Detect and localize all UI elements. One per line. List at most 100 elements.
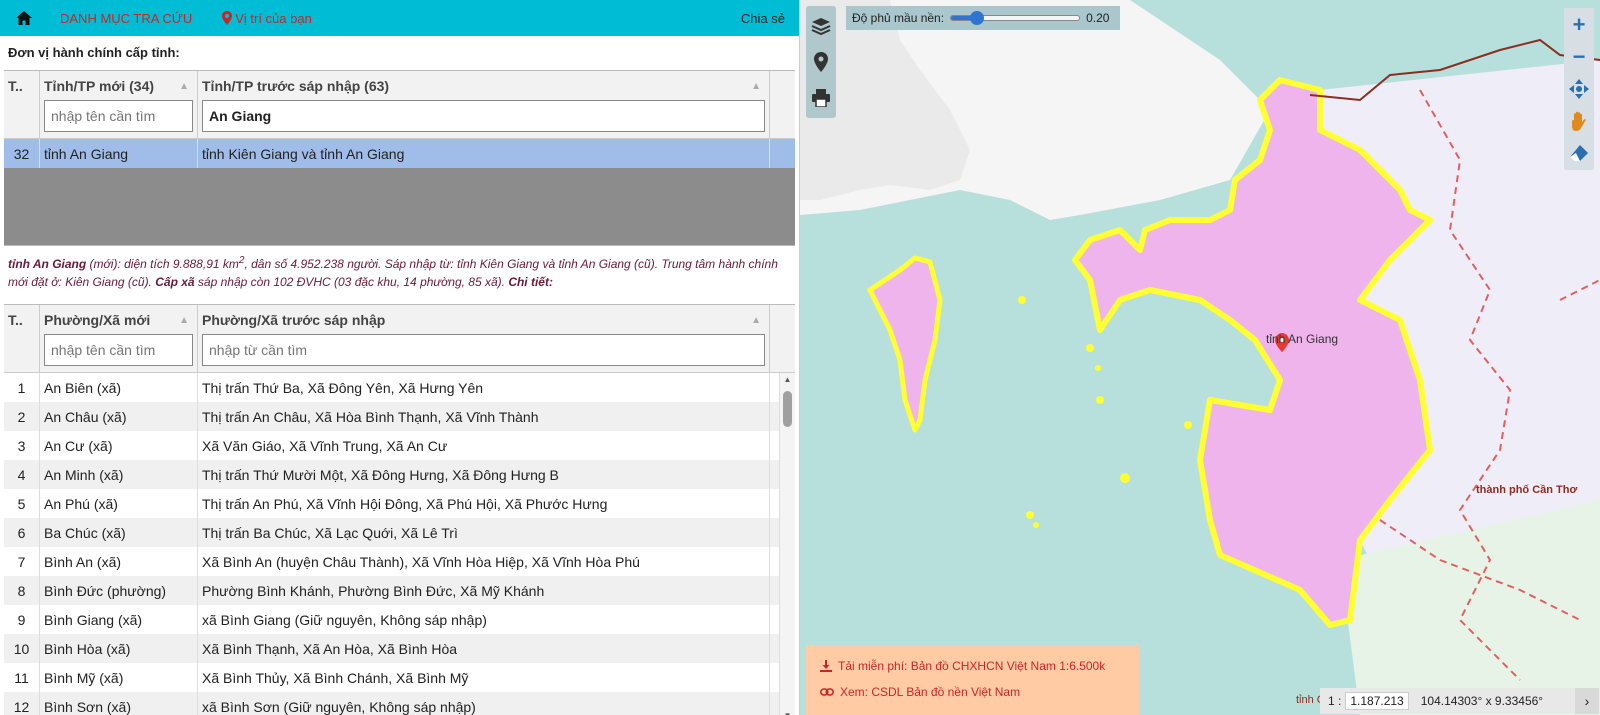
link-icon	[820, 688, 834, 696]
header-scroll-gutter	[770, 71, 786, 138]
column-header-no[interactable]: T..	[4, 71, 40, 138]
map-view[interactable]: Độ phủ mầu nền: 0.20 + − tỉnh An Giang t…	[800, 0, 1600, 715]
scale-prefix: 1 :	[1328, 694, 1342, 708]
sort-icon: ▲	[179, 80, 189, 92]
table-row[interactable]: 5 An Phú (xã) Thị trấn An Phú, Xã Vĩnh Hội…	[4, 489, 795, 518]
province-grid: T.. Tỉnh/TP mới (34) ▲ Tỉnh/TP trước sáp …	[4, 70, 795, 246]
table-row[interactable]: 11 Bình Mỹ (xã) Xã Bình Thủy, Xã Bình Chán…	[4, 663, 795, 692]
sort-icon: ▲	[751, 80, 761, 92]
row-number: 4	[4, 460, 40, 489]
home-icon[interactable]	[10, 11, 38, 25]
eraser-icon[interactable]	[1564, 138, 1594, 168]
scroll-down-icon[interactable]: ▼	[780, 709, 795, 715]
old-commune-cell: xã Bình Sơn (Giữ nguyên, Không sáp nhập)	[198, 692, 770, 715]
commune-grid-header: T.. Phường/Xã mới ▲ Phường/Xã trước sáp n…	[4, 305, 795, 373]
table-row[interactable]: 9 Bình Giang (xã) xã Bình Giang (Giữ nguyê…	[4, 605, 795, 634]
new-commune-cell: An Châu (xã)	[40, 402, 198, 431]
table-row[interactable]: 1 An Biên (xã) Thị trấn Thứ Ba, Xã Đông Yê…	[4, 373, 795, 402]
your-location-label: Vị trí của bạn	[235, 10, 312, 26]
column-header-new-commune-label: Phường/Xã mới	[44, 312, 151, 328]
old-commune-cell: Thị trấn Ba Chúc, Xã Lạc Quới, Xã Lê Trì	[198, 518, 770, 547]
column-header-old-province[interactable]: Tỉnh/TP trước sáp nhập (63) ▲	[198, 71, 770, 138]
new-commune-cell: An Minh (xã)	[40, 460, 198, 489]
old-commune-cell: Xã Bình An (huyện Châu Thành), Xã Vĩnh H…	[198, 547, 770, 576]
view-database-link[interactable]: Xem: CSDL Bản đồ nền Việt Nam	[820, 679, 1125, 705]
menu-lookup-link[interactable]: DANH MỤC TRA CỨU	[60, 11, 192, 26]
map-label-an-giang: tỉnh An Giang	[1266, 332, 1339, 346]
column-header-no[interactable]: T..	[4, 305, 40, 372]
table-row[interactable]: 7 Bình An (xã) Xã Bình An (huyện Châu Thàn…	[4, 547, 795, 576]
old-commune-cell: Xã Bình Thạnh, Xã An Hòa, Xã Bình Hòa	[198, 634, 770, 663]
column-header-new-province-label: Tỉnh/TP mới (34)	[44, 78, 155, 94]
table-row[interactable]: 4 An Minh (xã) Thị trấn Thứ Mười Một, Xã Đ…	[4, 460, 795, 489]
column-header-new-province[interactable]: Tỉnh/TP mới (34) ▲	[40, 71, 198, 138]
zoom-in-icon[interactable]: +	[1564, 10, 1594, 40]
zoom-out-icon[interactable]: −	[1564, 42, 1594, 72]
pan-arrows-icon[interactable]	[1564, 74, 1594, 104]
old-province-filter-input[interactable]	[202, 100, 765, 132]
hand-icon[interactable]	[1564, 106, 1594, 136]
new-commune-filter-input[interactable]	[44, 334, 193, 366]
scrollbar-thumb[interactable]	[783, 391, 792, 427]
table-row[interactable]: 12 Bình Sơn (xã) xã Bình Sơn (Giữ nguyên, …	[4, 692, 795, 715]
download-label: Tải miễn phí: Bản đồ CHXHCN Việt Nam 1:6…	[838, 659, 1106, 673]
old-commune-filter-input[interactable]	[202, 334, 765, 366]
download-link[interactable]: Tải miễn phí: Bản đồ CHXHCN Việt Nam 1:6…	[820, 653, 1125, 679]
map-toolbar	[806, 6, 836, 118]
new-province-filter-input[interactable]	[44, 100, 193, 132]
info-part-3: sáp nhập còn 102 ĐVHC (03 đặc khu, 14 ph…	[194, 275, 509, 289]
old-commune-cell: xã Bình Giang (Giữ nguyên, Không sáp nhậ…	[198, 605, 770, 634]
map-right-toolbar: + −	[1564, 8, 1594, 170]
scale-input[interactable]: 1.187.213	[1345, 692, 1409, 710]
map-pin-icon	[222, 11, 233, 25]
your-location-link[interactable]: Vị trí của bạn	[222, 11, 312, 26]
column-header-new-commune[interactable]: Phường/Xã mới ▲	[40, 305, 198, 372]
province-section-title: Đơn vị hành chính cấp tỉnh:	[8, 45, 180, 60]
info-cap-xa: Cấp xã	[155, 275, 195, 289]
new-commune-cell: Bình Sơn (xã)	[40, 692, 198, 715]
opacity-slider[interactable]	[950, 11, 1081, 25]
chevron-right-icon[interactable]: ›	[1575, 688, 1599, 714]
new-commune-cell: An Biên (xã)	[40, 373, 198, 402]
table-row[interactable]: 3 An Cư (xã) Xã Văn Giáo, Xã Vĩnh Trung, X…	[4, 431, 795, 460]
table-row[interactable]: 32 tỉnh An Giang tỉnh Kiên Giang và tỉnh…	[4, 139, 795, 168]
sort-icon: ▲	[179, 314, 189, 326]
new-commune-cell: Bình Giang (xã)	[40, 605, 198, 634]
province-grid-header: T.. Tỉnh/TP mới (34) ▲ Tỉnh/TP trước sáp …	[4, 71, 795, 139]
old-commune-cell: Thị trấn Thứ Ba, Xã Đông Yên, Xã Hưng Yê…	[198, 373, 770, 402]
download-icon	[820, 660, 832, 672]
table-row[interactable]: 8 Bình Đức (phường) Phường Bình Khánh, Phư…	[4, 576, 795, 605]
map-canvas	[800, 0, 1600, 715]
share-link[interactable]: Chia sẻ	[741, 11, 785, 26]
header-scroll-gutter	[770, 305, 786, 372]
old-commune-cell: Xã Bình Thủy, Xã Bình Chánh, Xã Bình Mỹ	[198, 663, 770, 692]
old-commune-cell: Phường Bình Khánh, Phường Bình Đức, Xã M…	[198, 576, 770, 605]
opacity-label: Độ phủ mầu nền:	[852, 11, 945, 25]
commune-rows: 1 An Biên (xã) Thị trấn Thứ Ba, Xã Đông Yê…	[4, 373, 795, 715]
map-label-can-tho: thành phố Cần Thơ	[1476, 484, 1578, 496]
sort-icon: ▲	[751, 314, 761, 326]
top-bar: DANH MỤC TRA CỨU Vị trí của bạn Chia sẻ	[0, 0, 799, 36]
new-commune-cell: Bình Mỹ (xã)	[40, 663, 198, 692]
scroll-up-icon[interactable]: ▲	[780, 373, 795, 387]
table-row[interactable]: 2 An Châu (xã) Thị trấn An Châu, Xã Hòa Bì…	[4, 402, 795, 431]
row-number: 11	[4, 663, 40, 692]
row-number: 10	[4, 634, 40, 663]
left-panel: DANH MỤC TRA CỨU Vị trí của bạn Chia sẻ …	[0, 0, 800, 715]
map-pin-icon[interactable]	[806, 44, 836, 80]
column-header-no-label: T..	[8, 78, 23, 94]
coordinates-readout: 104.14303° x 9.33456°	[1420, 694, 1544, 708]
vertical-scrollbar[interactable]: ▲ ▼	[779, 373, 795, 715]
column-header-old-commune[interactable]: Phường/Xã trước sáp nhập ▲	[198, 305, 770, 372]
opacity-value: 0.20	[1086, 11, 1110, 25]
opacity-control: Độ phủ mầu nền: 0.20	[846, 6, 1120, 30]
print-icon[interactable]	[806, 80, 836, 116]
table-row[interactable]: 6 Ba Chúc (xã) Thị trấn Ba Chúc, Xã Lạc Qu…	[4, 518, 795, 547]
layers-icon[interactable]	[806, 8, 836, 44]
row-number: 1	[4, 373, 40, 402]
opacity-slider-knob[interactable]	[970, 11, 985, 25]
table-row[interactable]: 10 Bình Hòa (xã) Xã Bình Thạnh, Xã An Hòa,…	[4, 634, 795, 663]
info-details-link[interactable]: Chi tiết:	[508, 275, 553, 289]
province-grid-empty-area	[4, 168, 795, 245]
old-commune-cell: Xã Văn Giáo, Xã Vĩnh Trung, Xã An Cư	[198, 431, 770, 460]
